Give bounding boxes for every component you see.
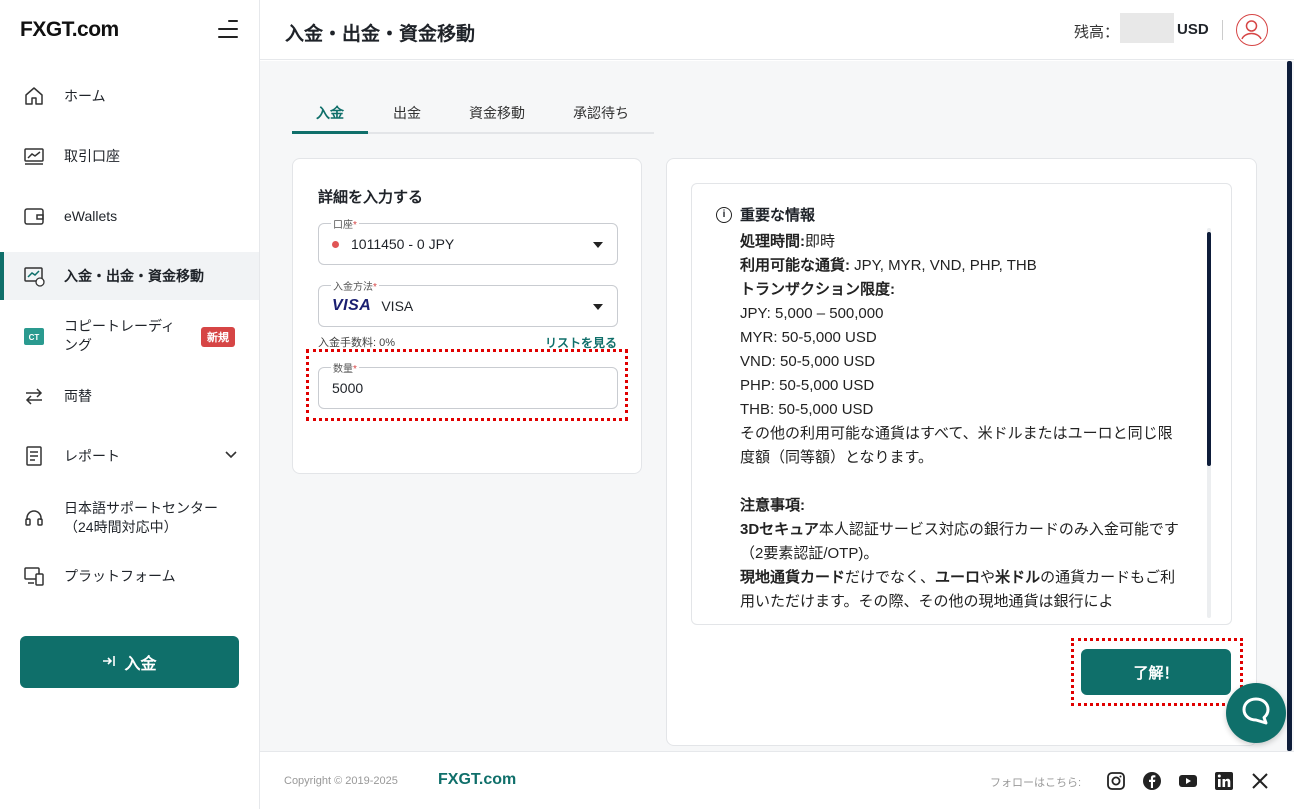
info-heading: i 重要な情報	[716, 204, 815, 225]
sidebar-item-trading-account[interactable]: 取引口座	[0, 132, 259, 180]
tab-deposit[interactable]: 入金	[292, 97, 368, 134]
linkedin-icon[interactable]	[1214, 771, 1234, 791]
sidebar-item-ewallets[interactable]: eWallets	[0, 192, 259, 240]
report-icon	[22, 444, 46, 468]
chat-button[interactable]	[1226, 683, 1286, 743]
sidebar-item-label: コピートレーディ ング	[64, 318, 176, 353]
ct-icon: CT	[22, 324, 46, 348]
sidebar-item-platform[interactable]: プラットフォーム	[0, 552, 259, 600]
deposit-button-label: 入金	[124, 656, 157, 673]
sidebar-item-label: プラットフォーム	[64, 568, 176, 584]
logo-fx: FX	[20, 18, 46, 41]
sidebar-item-report[interactable]: レポート	[0, 432, 259, 480]
sidebar-item-label: eWallets	[64, 208, 118, 224]
login-arrow-icon	[102, 654, 116, 671]
youtube-icon[interactable]	[1178, 771, 1198, 791]
method-value: VISA	[381, 298, 414, 314]
top-header: 入金・出金・資金移動 残高： USD	[260, 0, 1294, 60]
sidebar-item-copy-trading[interactable]: CT コピートレーディ ング 新規	[0, 312, 259, 360]
chat-bubble-icon	[1239, 694, 1273, 733]
x-icon[interactable]	[1250, 771, 1270, 791]
footer-logo[interactable]: FXGT.com	[438, 771, 516, 789]
trading-account-icon	[22, 144, 46, 168]
logo-com: .com	[71, 18, 120, 41]
platform-icon	[22, 564, 46, 588]
tab-withdraw[interactable]: 出金	[368, 97, 446, 134]
account-label: 口座*	[331, 216, 359, 231]
dropdown-caret-icon	[593, 242, 603, 248]
facebook-icon[interactable]	[1142, 771, 1162, 791]
account-status-dot	[332, 240, 339, 248]
footer: Copyright © 2019-2025 FXGT.com フォローはこちら:	[260, 751, 1294, 809]
sidebar-item-exchange[interactable]: 両替	[0, 372, 259, 420]
deposit-fee-text: 入金手数料: 0%	[318, 337, 396, 349]
sidebar-item-label: 入金・出金・資金移動	[64, 268, 204, 284]
balance-label: 残高：	[1074, 24, 1120, 41]
ct-icon-text: CT	[29, 333, 40, 342]
wallet-icon	[22, 204, 46, 228]
support-headset-icon	[22, 506, 46, 530]
tab-transfer[interactable]: 資金移動	[446, 97, 548, 134]
balance-currency: USD	[1177, 21, 1209, 38]
important-info-box: i 重要な情報 処理時間:即時 利用可能な通貨: JPY, MYR, VND, …	[691, 183, 1232, 625]
deposit-form-card: 詳細を入力する 口座* 1011450 - 0 JPY 入金方法* VISA VI…	[292, 158, 642, 474]
sidebar-item-label: 両替	[64, 388, 92, 404]
form-title: 詳細を入力する	[318, 189, 424, 206]
highlight-ok-box	[1071, 638, 1243, 706]
method-label: 入金方法*	[331, 278, 379, 293]
home-icon	[22, 84, 46, 108]
sidebar-item-label: 取引口座	[64, 148, 120, 164]
sidebar-item-label: レポート	[64, 448, 120, 464]
logo-gt: GT	[45, 18, 72, 41]
exchange-icon	[22, 384, 46, 408]
transfer-chart-icon	[22, 264, 46, 288]
page-scrollbar[interactable]	[1287, 61, 1292, 751]
sidebar: FXGT.com ホーム 取引口座 eWallets 入金・出金・資金移動 CT…	[0, 0, 260, 809]
sidebar-item-home[interactable]: ホーム	[0, 72, 259, 120]
info-scrollbar-thumb[interactable]	[1207, 232, 1211, 466]
follow-label: フォローはこちら:	[990, 777, 1082, 789]
page-title: 入金・出金・資金移動	[285, 24, 476, 45]
header-divider	[1222, 20, 1223, 40]
instagram-icon[interactable]	[1106, 771, 1126, 791]
visa-logo-icon: VISA	[332, 297, 372, 314]
new-badge: 新規	[201, 327, 235, 347]
sidebar-item-label: ホーム	[64, 88, 106, 104]
info-icon: i	[716, 206, 732, 223]
balance-value-masked	[1120, 13, 1174, 43]
info-body: 処理時間:即時 利用可能な通貨: JPY, MYR, VND, PHP, THB…	[740, 233, 1179, 610]
copyright-text: Copyright © 2019-2025	[284, 775, 398, 787]
payment-method-select[interactable]: 入金方法* VISA VISA	[318, 278, 618, 327]
fxgt-logo[interactable]: FXGT.com	[20, 18, 119, 42]
user-avatar-icon[interactable]	[1236, 14, 1268, 46]
account-select[interactable]: 口座* 1011450 - 0 JPY	[318, 216, 618, 265]
main-content: 入金 出金 資金移動 承認待ち 詳細を入力する 口座* 1011450 - 0 …	[260, 61, 1294, 751]
chevron-down-icon[interactable]	[224, 448, 238, 465]
funding-tabs: 入金 出金 資金移動 承認待ち	[292, 97, 654, 134]
menu-toggle-icon[interactable]	[218, 20, 240, 40]
sidebar-item-support[interactable]: 日本語サポートセンター （24時間対応中）	[0, 492, 259, 544]
sidebar-item-funding[interactable]: 入金・出金・資金移動	[0, 252, 259, 300]
account-value: 1011450 - 0 JPY	[351, 236, 455, 252]
tab-pending[interactable]: 承認待ち	[548, 97, 654, 134]
sidebar-deposit-button[interactable]: 入金	[20, 636, 239, 688]
highlight-amount-box	[306, 349, 628, 421]
sidebar-item-label: 日本語サポートセンター （24時間対応中）	[64, 500, 218, 535]
dropdown-caret-icon	[593, 304, 603, 310]
